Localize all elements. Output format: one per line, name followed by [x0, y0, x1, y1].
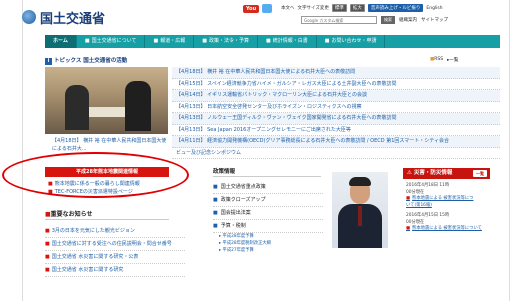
disaster-more-button[interactable]: 一覧 — [473, 170, 487, 177]
notice-item[interactable]: ■ 国土交通省 水災害に関する研究 — [45, 264, 185, 277]
disaster-list: 2016年4月18日 11時 00分現在 ■ 熊本地震による 被害状況等につ いて… — [406, 183, 490, 233]
english-link[interactable]: English — [426, 6, 442, 11]
font-large-button[interactable]: 拡大 — [349, 4, 365, 12]
youtube-icon[interactable]: You — [243, 4, 260, 13]
warning-icon: ⚠ — [407, 170, 412, 176]
topics-list-link[interactable]: ▸一覧 — [447, 57, 458, 63]
notices-heading: ■重要なお知らせ — [45, 209, 169, 220]
policy-item[interactable]: ■ 政策クローズアップ — [213, 194, 323, 207]
nav-stats[interactable]: ■ 統計情報・白書 — [258, 35, 317, 48]
budget-sub-item[interactable]: ▸ 平成27年度予算 — [213, 247, 323, 254]
header-search-row: 検索 組織案内 サイトマップ — [301, 16, 448, 24]
header-top-links: 本文へ 文字サイズ変更 標準 拡大 音声読み上げ・ルビ振り English — [281, 4, 443, 12]
budget-sub-item[interactable]: ▸ 平成28年度税制改正大綱 — [213, 240, 323, 247]
topics-links: ■RSS ▸一覧 — [430, 57, 458, 63]
sitemap-link[interactable]: サイトマップ — [421, 17, 448, 23]
info-icon: i — [45, 58, 52, 65]
site-logo[interactable]: 国土交通省 — [22, 8, 142, 27]
speech-ruby-button[interactable]: 音声読み上げ・ルビ振り — [367, 4, 424, 12]
search-button[interactable]: 検索 — [381, 16, 395, 24]
topic-photo-caption[interactable]: 【4月18日】 横井 裕 在中華人民共和国日本国大使による石井大... — [52, 137, 168, 153]
site-name: 国土交通省 — [40, 11, 106, 27]
twitter-icon[interactable] — [262, 4, 273, 13]
notices-list: ■ 3月の日本を元気にした観光ビジョン ■ 国土交通省に対する受注への住民説明会・問… — [45, 225, 185, 277]
font-size-label: 文字サイズ変更 — [297, 6, 329, 11]
disaster-heading: ⚠ 災害・防災情報 一覧 — [403, 168, 490, 179]
social-icons: You — [243, 4, 273, 13]
news-item[interactable]: 【4月11日】 経済協力開発機構(OECD)グリア事務総長による石井大臣への表敬… — [172, 136, 500, 148]
news-item[interactable]: 【4月13日】 ノルウェー王国ディルク・ヴァン・ヴェイク国家開発省による石井大臣… — [172, 113, 500, 125]
search-input[interactable] — [301, 16, 377, 24]
news-item[interactable]: 【4月13日】 日本航空安全啓発センター及びホライズン・ロジスティクスへの視察 — [172, 102, 500, 113]
budget-sub-item[interactable]: ▸ 平成28年度予算 — [213, 233, 323, 240]
minister-photo[interactable] — [332, 172, 388, 248]
news-item[interactable]: 【4月13日】 Sea Japan 2016オープニングセレモニーにご出席された… — [172, 125, 500, 136]
policy-item[interactable]: ■ 国土交通省重点政策 — [213, 181, 323, 194]
rss-link[interactable]: ■RSS — [430, 57, 443, 63]
org-link[interactable]: 組織案内 — [399, 17, 417, 23]
policy-item[interactable]: ■ 国会提出法案 — [213, 207, 323, 220]
news-item[interactable]: 【4月18日】 横井 裕 在中華人民共和国日本国大使による石井大臣への表敬訪問 — [172, 67, 500, 79]
nav-about[interactable]: ■ 国土交通省について — [77, 35, 146, 48]
global-nav: ホーム ■ 国土交通省について ■ 報道・広報 ■ 政策・法令・予算 ■ 統計情報・白書… — [45, 35, 500, 48]
nav-policy[interactable]: ■ 政策・法令・予算 — [194, 35, 258, 48]
disaster-link[interactable]: ■ 熊本地震による 被害状況等について — [406, 226, 490, 233]
notice-item[interactable]: ■ 国土交通省 水災害に関する研究・公表 — [45, 251, 185, 264]
topic-photo[interactable] — [45, 67, 168, 134]
nav-home[interactable]: ホーム — [45, 35, 77, 48]
news-item[interactable]: ビュー及び記念シンポジウム — [172, 148, 500, 159]
highlight-ellipse — [2, 152, 189, 198]
nav-press[interactable]: ■ 報道・広報 — [145, 35, 195, 48]
news-item[interactable]: 【4月14日】 イギリス運輸省パトリック・マクローリン大臣による石井大臣との会談 — [172, 90, 500, 102]
policy-item[interactable]: ■ 予算・税制 — [213, 220, 323, 233]
topics-news-list: 【4月18日】 横井 裕 在中華人民共和国日本国大使による石井大臣への表敬訪問 … — [172, 67, 500, 159]
font-standard-button[interactable]: 標準 — [331, 4, 347, 12]
news-item[interactable]: 【4月15日】 スペイン経済競争力省ハイメ・ガルシア・レガス大臣による土井副大臣… — [172, 79, 500, 90]
ministry-emblem-icon — [22, 10, 36, 24]
notice-item[interactable]: ■ 国土交通省に対する受注への住民説明会・問合せ番号 — [45, 238, 185, 251]
policy-list: ■ 国土交通省重点政策 ■ 政策クローズアップ ■ 国会提出法案 ■ 予算・税制 ▸ 平… — [213, 181, 323, 254]
policy-heading: 政策情報 — [213, 167, 321, 177]
nav-contact[interactable]: ■ お問い合わせ・申請 — [317, 35, 386, 48]
notice-item[interactable]: ■ 3月の日本を元気にした観光ビジョン — [45, 225, 185, 238]
skip-to-content-link[interactable]: 本文へ — [281, 5, 295, 11]
